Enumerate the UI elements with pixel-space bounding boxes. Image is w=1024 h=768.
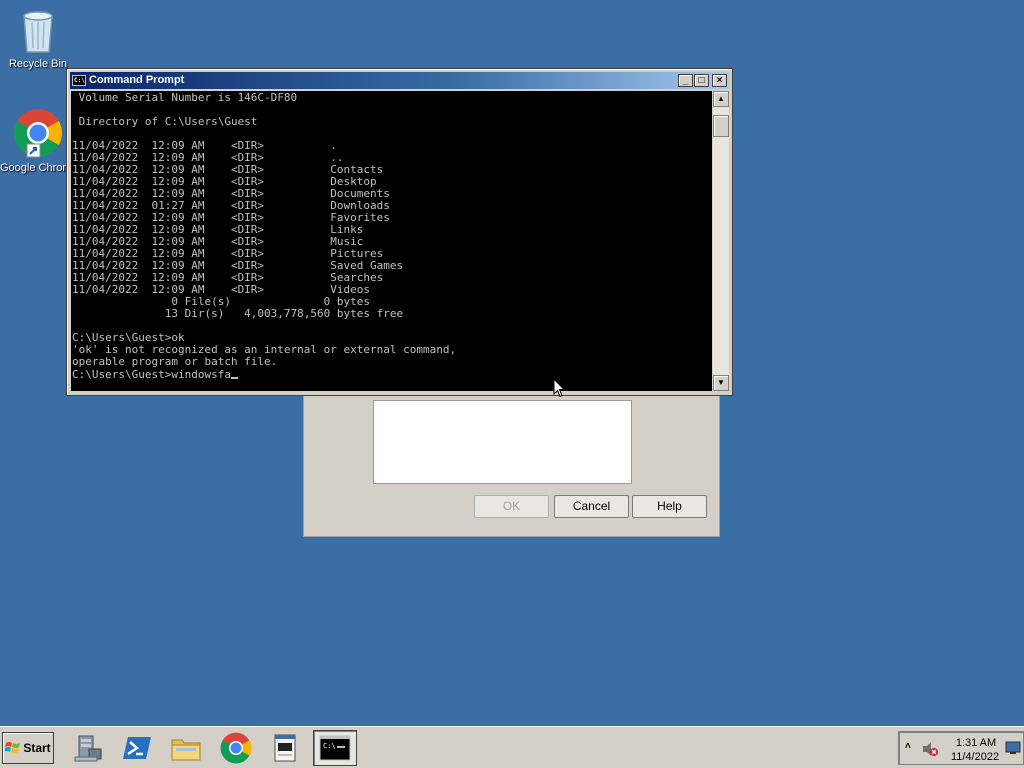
vertical-scrollbar[interactable]: ▲ ▼ xyxy=(713,91,729,391)
scroll-up-button[interactable]: ▲ xyxy=(713,91,729,107)
chrome-icon xyxy=(220,732,252,764)
console-output[interactable]: Volume Serial Number is 146C-DF80 Direct… xyxy=(71,91,712,391)
cancel-button[interactable]: Cancel xyxy=(554,495,629,518)
taskbar-server-manager[interactable] xyxy=(66,730,110,766)
desktop-icon-recycle-bin[interactable]: Recycle Bin xyxy=(0,6,76,70)
text-cursor xyxy=(230,377,238,379)
google-chrome-label: Google Chrome xyxy=(0,162,78,174)
command-prompt-window: C:\ Command Prompt _ □ × Volume Serial N… xyxy=(66,68,733,396)
window-titlebar[interactable]: C:\ Command Prompt _ □ × xyxy=(70,72,729,89)
minimize-button[interactable]: _ xyxy=(678,74,693,87)
prompt-line: C:\Users\Guest>windowsfa xyxy=(72,368,231,381)
start-button[interactable]: Start xyxy=(2,732,54,764)
windows-logo-icon xyxy=(5,742,21,753)
close-icon: × xyxy=(716,75,723,86)
recycle-bin-label: Recycle Bin xyxy=(8,58,68,70)
help-button[interactable]: Help xyxy=(632,495,707,518)
console-prompt[interactable]: C:\Users\Guest>windowsfa xyxy=(71,369,712,381)
ok-button[interactable]: OK xyxy=(474,495,549,518)
show-hidden-icons-icon[interactable]: ˄ xyxy=(905,741,911,752)
close-button[interactable]: × xyxy=(712,74,727,87)
system-tray: ˄ 1:31 AM 11/4/2022 xyxy=(898,731,1024,765)
chrome-icon xyxy=(13,109,63,158)
start-label: Start xyxy=(23,741,51,755)
taskbar-command-prompt[interactable]: C:\ xyxy=(313,730,357,766)
taskbar-file-explorer[interactable] xyxy=(164,730,208,766)
command-prompt-icon: C:\ xyxy=(319,735,351,761)
clock-date[interactable]: 11/4/2022 xyxy=(947,751,1003,763)
powershell-icon xyxy=(123,737,151,759)
show-desktop-icon[interactable] xyxy=(1005,741,1021,755)
dialog-list-box[interactable] xyxy=(373,400,632,484)
console-text: Volume Serial Number is 146C-DF80 Direct… xyxy=(72,91,457,368)
window-title: Command Prompt xyxy=(89,74,185,86)
mouse-pointer-icon xyxy=(553,378,565,398)
server-manager-icon xyxy=(74,735,102,762)
desktop-icon-google-chrome[interactable]: Google Chrome xyxy=(0,108,78,174)
file-explorer-icon xyxy=(171,739,201,761)
taskbar: Start C:\ ˄ 1:31 AM 11/4/2022 xyxy=(0,726,1024,768)
command-prompt-icon: C:\ xyxy=(72,75,86,86)
scroll-down-button[interactable]: ▼ xyxy=(713,375,729,391)
maximize-button[interactable]: □ xyxy=(694,74,709,87)
volume-muted-icon[interactable] xyxy=(921,740,939,758)
taskbar-powershell[interactable] xyxy=(115,730,159,766)
scroll-thumb[interactable] xyxy=(713,115,729,137)
minimize-icon: _ xyxy=(682,75,689,86)
maximize-icon: □ xyxy=(698,75,705,86)
recycle-bin-icon xyxy=(23,11,53,53)
run-dialog-icon xyxy=(274,734,296,762)
background-dialog: OK Cancel Help xyxy=(303,395,720,537)
taskbar-chrome[interactable] xyxy=(214,730,258,766)
taskbar-run-dialog[interactable] xyxy=(263,730,307,766)
clock-time[interactable]: 1:31 AM xyxy=(951,737,1001,749)
svg-text:C:\: C:\ xyxy=(323,742,336,750)
